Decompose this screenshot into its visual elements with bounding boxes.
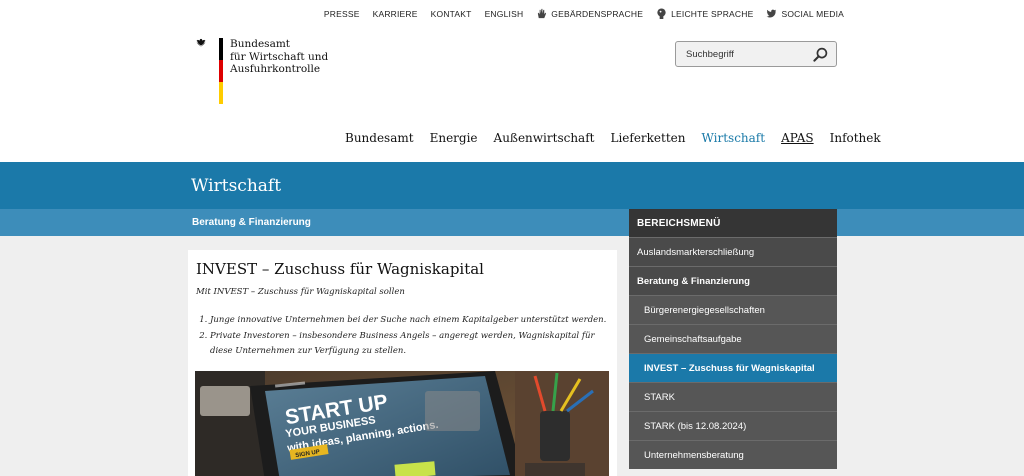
menu-item-unternehmensberatung[interactable]: Unternehmensberatung: [629, 440, 837, 469]
utility-link-karriere[interactable]: KARRIERE: [373, 9, 418, 19]
search-input[interactable]: [676, 48, 806, 60]
utility-link-english[interactable]: ENGLISH: [485, 9, 524, 19]
flag-red: [219, 60, 223, 82]
startup-illustration: START UP YOUR BUSINESS with ideas, plann…: [195, 371, 609, 476]
section-title: Wirtschaft: [191, 176, 282, 196]
menu-item-auslandsmarkterschliessung[interactable]: Auslandsmarkterschließung: [629, 237, 837, 266]
utility-link-label: ENGLISH: [484, 8, 524, 19]
subsection-banner: Beratung & Finanzierung: [0, 209, 1024, 236]
search-box: [675, 41, 837, 67]
utility-link-gebaerdensprache[interactable]: GEBÄRDENSPRACHE: [536, 8, 643, 19]
utility-link-label: GEBÄRDENSPRACHE: [551, 8, 644, 19]
article-title: INVEST – Zuschuss für Wagniskapital: [196, 260, 484, 278]
utility-link-presse[interactable]: PRESSE: [324, 9, 360, 19]
nav-item-apas[interactable]: APAS: [773, 131, 822, 145]
nav-item-infothek[interactable]: Infothek: [822, 131, 889, 145]
sign-language-hand-icon: [538, 8, 547, 19]
nav-item-energie[interactable]: Energie: [422, 131, 486, 145]
startup-hero-image: START UP YOUR BUSINESS with ideas, plann…: [195, 371, 609, 476]
article-list: Junge innovative Unternehmen bei der Suc…: [196, 313, 609, 360]
menu-item-beratung-finanzierung[interactable]: Beratung & Finanzierung: [629, 266, 837, 295]
article: INVEST – Zuschuss für Wagniskapital Mit …: [188, 250, 617, 476]
federal-eagle-icon: [196, 38, 206, 48]
utility-link-leichte-sprache[interactable]: LEICHTE SPRACHE: [656, 8, 753, 19]
nav-item-lieferketten[interactable]: Lieferketten: [602, 131, 693, 145]
section-menu-header: BEREICHSMENÜ: [629, 209, 837, 237]
nav-item-label: Wirtschaft: [701, 131, 766, 145]
list-item: Private Investoren – insbesondere Busine…: [210, 329, 609, 360]
utility-link-label: LEICHTE SPRACHE: [671, 8, 754, 19]
utility-link-label: KARRIERE: [372, 8, 418, 19]
agency-name-line: Ausfuhrkontrolle: [230, 63, 321, 75]
active-nav-caret: [727, 155, 740, 161]
nav-item-aussenwirtschaft[interactable]: Außenwirtschaft: [486, 131, 603, 145]
list-item: Junge innovative Unternehmen bei der Suc…: [210, 313, 609, 329]
agency-name-line: für Wirtschaft und: [230, 50, 329, 63]
german-flag-stripe: [219, 38, 223, 104]
nav-item-wirtschaft[interactable]: Wirtschaft: [694, 131, 774, 161]
nav-item-bundesamt[interactable]: Bundesamt: [345, 131, 422, 145]
article-intro: Mit INVEST – Zuschuss für Wagniskapital …: [196, 287, 405, 297]
section-menu: BEREICHSMENÜ Auslandsmarkterschließung B…: [629, 209, 837, 469]
menu-item-invest[interactable]: INVEST – Zuschuss für Wagniskapital: [629, 353, 837, 382]
menu-item-gemeinschaftsaufgabe[interactable]: Gemeinschaftsaufgabe: [629, 324, 837, 353]
utility-link-label: PRESSE: [323, 8, 360, 19]
utility-link-social-media[interactable]: SOCIAL MEDIA: [766, 8, 844, 19]
utility-link-kontakt[interactable]: KONTAKT: [431, 9, 472, 19]
flag-gold: [219, 82, 223, 104]
subsection-title: Beratung & Finanzierung: [192, 217, 311, 228]
utility-nav: PRESSE KARRIERE KONTAKT ENGLISH GEBÄRDEN…: [324, 8, 844, 19]
twitter-bird-icon: [767, 9, 777, 18]
magnifier-icon[interactable]: [813, 47, 828, 62]
easy-language-head-icon: [657, 8, 666, 19]
menu-item-stark[interactable]: STARK: [629, 382, 837, 411]
menu-item-buergerenergiegesellschaften[interactable]: Bürgerenergiegesellschaften: [629, 295, 837, 324]
agency-name-line: Bundesamt: [230, 38, 291, 50]
section-banner: Wirtschaft: [0, 162, 1024, 209]
main-nav: Bundesamt Energie Außenwirtschaft Liefer…: [345, 131, 889, 161]
flag-black: [219, 38, 223, 60]
utility-link-label: KONTAKT: [430, 8, 472, 19]
utility-link-label: SOCIAL MEDIA: [781, 8, 844, 19]
agency-name: Bundesamt für Wirtschaft und Ausfuhrkont…: [230, 38, 328, 76]
menu-item-stark-2024[interactable]: STARK (bis 12.08.2024): [629, 411, 837, 440]
